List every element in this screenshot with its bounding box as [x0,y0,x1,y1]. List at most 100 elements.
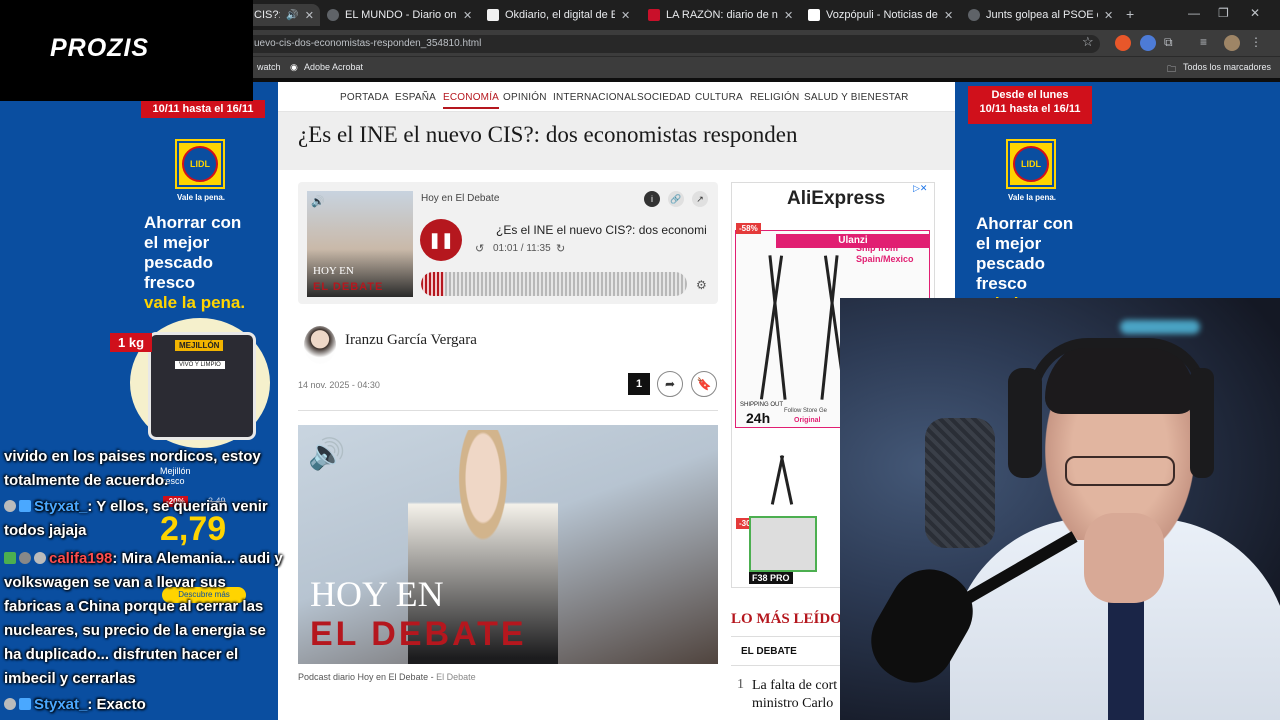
mini-product-image [749,516,817,572]
most-read-tab[interactable]: EL DEBATE [741,646,797,657]
maximize-icon[interactable]: ❐ [1218,6,1229,20]
background-light [1120,320,1200,334]
link-icon[interactable]: 🔗 [668,191,684,207]
comments-count[interactable]: 1 [628,373,650,395]
most-read-line: La falta de cort [752,678,838,693]
chat-text: : Exacto [87,696,146,713]
close-window-icon[interactable]: ✕ [1250,6,1260,20]
nav-sociedad[interactable]: SOCIEDAD [637,92,691,103]
minimize-icon[interactable]: — [1188,6,1200,20]
vozpopuli-favicon-icon [808,9,820,21]
lidl-logo: LIDL [175,139,225,189]
check-icon [4,552,16,564]
close-tab-icon[interactable]: ✕ [784,9,793,22]
hand [1084,513,1164,603]
hero-line2: EL DEBATE [310,615,527,653]
page-title: ¿Es el INE el nuevo CIS?: dos economista… [298,122,798,147]
lidl-logo-text: LIDL [1013,146,1049,182]
forward-icon[interactable]: ↻ [556,242,565,255]
bookmark-star-icon[interactable]: ☆ [1082,34,1098,50]
bookmark-all[interactable]: Todos los marcadores [1183,62,1271,72]
badge-icon [19,552,31,564]
chat-text: : Mira Alemania... audi y volkswagen se … [4,550,283,687]
hero-image[interactable]: 🔊 HOY EN EL DEBATE [298,425,718,664]
nav-internacional[interactable]: INTERNACIONAL [553,92,637,103]
ad-headline: Ahorrar con el mejor pescado fresco vale… [144,213,245,313]
close-tab-icon[interactable]: ✕ [621,9,630,22]
tab-vozpopuli[interactable]: Vozpópuli - Noticias de última ✕ [808,4,958,26]
tab-okdiario[interactable]: Okdiario, el digital de Eduardo ✕ [487,4,637,26]
close-tab-icon[interactable]: ✕ [463,9,472,22]
tab-larazon[interactable]: LA RAZÓN: diario de noticias, a ✕ [648,4,798,26]
tab-junts[interactable]: Junts golpea al PSOE en la cara ✕ [968,4,1118,26]
bookmark-acrobat[interactable]: Adobe Acrobat [304,62,363,72]
info-icon[interactable]: i [644,191,660,207]
avatar[interactable] [1224,35,1240,51]
store-line: Follow Store Ge [784,408,828,414]
speaker-icon: 🔊 [311,196,325,208]
prozis-logo: PROZIS [50,34,150,62]
product-name: MEJILLÓN [175,340,224,351]
glasses [1065,456,1175,486]
headphones-cup [1008,368,1042,478]
progress-fill [421,272,445,296]
close-tab-icon[interactable]: ✕ [1104,9,1113,22]
shipping-label: SHIPPING OUT [740,402,784,408]
close-tab-icon[interactable]: ✕ [305,9,314,22]
shipping-time: 24h [746,410,771,426]
tab-title: CIS?: do [254,9,281,21]
nav-espana[interactable]: ESPAÑA [395,92,436,103]
nav-cultura[interactable]: CULTURA [695,92,743,103]
episode-title: ¿Es el INE el nuevo CIS?: dos economista… [496,223,706,237]
nav-opinion[interactable]: OPINIÓN [503,92,547,103]
author-name[interactable]: Iranzu García Vergara [345,332,477,349]
tab-title: EL MUNDO - Diario online líde [345,9,457,21]
url-field[interactable]: uevo-cis-dos-economistas-responden_35481… [240,35,1100,53]
rewind-icon[interactable]: ↺ [475,242,484,255]
speaker-icon: 🔊 [308,438,346,471]
divider [731,665,840,666]
ad-choices-icon[interactable]: ▷✕ [913,183,927,194]
nav-economia[interactable]: ECONOMÍA [443,92,500,109]
menu-icon[interactable]: ⋮ [1250,35,1266,51]
progress-waveform[interactable] [421,272,687,296]
chat-text: vivido en los paises nordicos, estoy tot… [4,448,261,489]
ship-from: Ship from Spain/Mexico [856,243,914,265]
audio-icon[interactable]: 🔊 [286,10,298,21]
pause-button[interactable]: ❚❚ [420,219,462,261]
chat-message: vivido en los paises nordicos, estoy tot… [4,445,284,493]
bookmark-watch[interactable]: watch [257,62,281,72]
share-icon[interactable]: ➦ [657,371,683,397]
new-tab-icon[interactable]: + [1126,6,1134,22]
globe-icon [968,9,980,21]
most-read-item[interactable]: La falta de cort ministro Carlo [752,677,837,713]
ad-date-line: 10/11 hasta el 16/11 [979,103,1081,115]
ad-date: 10/11 hasta el 16/11 [141,100,265,118]
ad-headline-line: pescado [976,254,1045,273]
extension-icon[interactable] [1115,35,1131,51]
reading-list-icon[interactable]: ≡ [1200,35,1216,51]
nav-religion[interactable]: RELIGIÓN [750,92,799,103]
chat-username: califa198 [49,550,113,567]
badge-icon [4,698,16,710]
image-caption: Podcast diario Hoy en El Debate - El Deb… [298,672,476,682]
podcast-thumbnail: 🔊 HOY EN EL DEBATE [307,191,413,297]
discount-badge: -58% [736,223,761,234]
thumb-line2: EL DEBATE [313,281,384,293]
share-icon[interactable]: ↗ [692,191,708,207]
nav-salud[interactable]: SALUD Y BIENESTAR [804,92,909,103]
ad-headline-line: fresco [976,274,1028,293]
chat-message: Styxat_: Exacto [4,693,284,717]
nav-portada[interactable]: PORTADA [340,92,389,103]
puzzle-icon[interactable]: ⧉ [1164,35,1180,51]
tab-elmundo[interactable]: EL MUNDO - Diario online líde ✕ [327,4,482,26]
bookmark-icon[interactable]: 🔖 [691,371,717,397]
settings-icon[interactable]: ⚙ [696,278,707,292]
podcast-show: Hoy en El Debate [421,193,500,204]
screen: CIS?: do 🔊 ✕ EL MUNDO - Diario online lí… [0,0,1280,720]
product-sub: VIVO Y LIMPIO [175,361,225,369]
extension-icon[interactable] [1140,35,1156,51]
most-read-title: LO MÁS LEÍDO [731,611,842,627]
close-tab-icon[interactable]: ✕ [944,9,953,22]
folder-icon: 🗀 [1167,64,1177,74]
